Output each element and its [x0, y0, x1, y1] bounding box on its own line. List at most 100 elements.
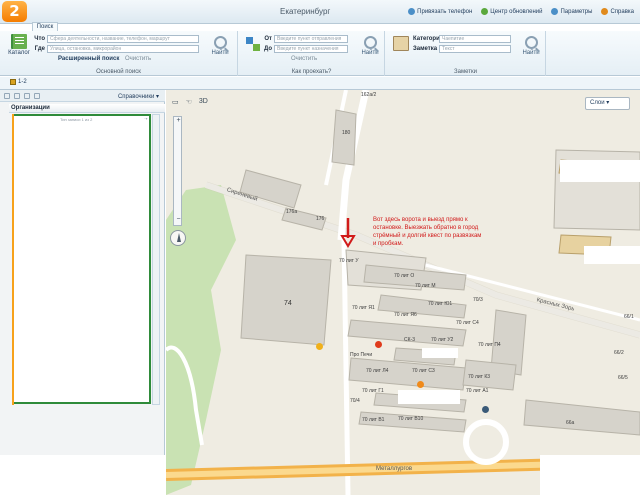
link-bind-phone[interactable]: Привязать телефон [408, 8, 472, 15]
map-annotation: Вот здесь ворота и выезд прямо к останов… [373, 217, 482, 247]
label-70-g1: 70 лит Г1 [362, 388, 384, 394]
ruler-icon[interactable]: ▭ [172, 98, 179, 106]
forward-icon[interactable] [14, 93, 20, 99]
clear-basic-search[interactable]: Очистить [125, 56, 151, 62]
from-label: От [264, 36, 272, 42]
refresh-icon[interactable] [24, 93, 30, 99]
to-row: До Введите пункт назначения [261, 45, 348, 53]
gear-icon [551, 8, 559, 15]
where-input[interactable]: Улица, остановка, микрорайон [47, 45, 199, 53]
label-70-s4: 70 лит С4 [456, 320, 479, 326]
shop-pin-icon[interactable] [417, 381, 424, 388]
label-70-u2: 70 лит У2 [431, 337, 454, 343]
layers-dropdown[interactable]: Слои ▾ [585, 97, 630, 110]
label-70-4: 70/4 [350, 398, 360, 404]
link-update-center-label: Центр обновлений [490, 8, 543, 15]
what-input[interactable]: Сфера деятельности, название, телефон, м… [47, 35, 199, 43]
clear-route[interactable]: Очистить [291, 56, 317, 62]
building-label-180: 180 [342, 130, 351, 136]
label-70-l4: 70 лит Л4 [366, 368, 389, 374]
label-70-v1: 70 лит В1 [362, 417, 385, 423]
list-pager-arrow[interactable]: ⇢ [144, 116, 147, 121]
label-66-2: 66/2 [614, 350, 624, 356]
3d-toggle[interactable]: 3D [199, 98, 208, 106]
organizations-header: Организации [9, 104, 165, 113]
where-row: Где Улица, остановка, микрорайон [34, 45, 199, 53]
category-select[interactable]: Чаепитие [439, 35, 511, 43]
label-70-p4: 70 лит П4 [478, 342, 501, 348]
print-icon[interactable] [34, 93, 40, 99]
route-icon [245, 36, 261, 52]
note-label: Заметка [413, 46, 438, 52]
results-list[interactable] [12, 114, 151, 404]
window-title: Екатеринбург [280, 7, 331, 16]
category-row: Категория Чаепитие [413, 35, 511, 43]
ribbon-group-route: От Введите пункт отправления До Введите … [239, 31, 385, 76]
map-tools: ▭ ☜ 3D [172, 98, 208, 106]
secondary-toolbar: 1-2 [0, 77, 640, 90]
label-70-u: 70 лит У [339, 258, 359, 264]
zoom-in-button[interactable]: + [174, 117, 183, 126]
redacted-area [584, 246, 640, 264]
map-view[interactable]: ▭ ☜ 3D Слои ▾ + − Вот здесь ворота и вые… [166, 90, 640, 495]
top-links: Привязать телефон Центр обновлений Парам… [408, 8, 634, 15]
what-row: Что Сфера деятельности, название, телефо… [34, 35, 199, 43]
title-bar: 2 Екатеринбург Привязать телефон Центр о… [0, 0, 640, 31]
link-update-center[interactable]: Центр обновлений [481, 8, 542, 15]
app-logo[interactable]: 2 [2, 1, 27, 22]
compass-icon[interactable] [170, 230, 186, 246]
from-input[interactable]: Введите пункт отправления [274, 35, 348, 43]
to-input[interactable]: Введите пункт назначения [274, 45, 348, 53]
list-row-text: Тип записи 1 из 2 [60, 117, 93, 122]
ribbon-group-notes-label: Заметки [454, 69, 477, 75]
link-settings[interactable]: Параметры [551, 8, 592, 15]
note-row: Заметка Текст [413, 45, 511, 53]
back-icon[interactable] [4, 93, 10, 99]
pro-pechi-pin-icon[interactable] [375, 341, 382, 348]
note-input[interactable]: Текст [439, 45, 511, 53]
phone-icon [408, 8, 416, 15]
label-66-1: 66/1 [624, 314, 634, 320]
label-70-yu1: 70 лит Ю1 [428, 301, 453, 307]
to-label: До [263, 46, 272, 52]
label-66-5: 66/5 [618, 375, 628, 381]
label-sk-3: СК-3 [404, 337, 415, 343]
category-label: Категория [413, 36, 444, 42]
find-button[interactable]: Найти [208, 36, 232, 56]
directories-dropdown-label: Справочники [117, 94, 155, 100]
ribbon: Каталог Что Сфера деятельности, название… [0, 31, 640, 76]
route-find-button[interactable]: Найти [359, 36, 381, 56]
label-70-3: 70/3 [473, 297, 483, 303]
catalog-book-icon [11, 34, 27, 49]
ribbon-group-basic-label: Основной поиск [96, 69, 141, 75]
tab-icon [10, 79, 16, 85]
building-label-176a: 176а [286, 209, 298, 215]
ribbon-group-basic-search: Каталог Что Сфера деятельности, название… [0, 31, 238, 76]
tab-search[interactable]: Поиск [32, 22, 58, 31]
advanced-search-link[interactable]: Расширенный поиск [58, 56, 119, 62]
cafe-pin-icon[interactable] [316, 343, 323, 350]
link-bind-phone-label: Привязать телефон [417, 8, 473, 15]
pan-icon[interactable]: ☜ [186, 98, 192, 106]
map-canvas [166, 90, 640, 495]
footer-blank [540, 455, 640, 495]
catalog-button[interactable]: Каталог [5, 34, 33, 56]
roundabout [463, 419, 509, 465]
result-tab[interactable]: 1-2 [10, 79, 27, 85]
route-search-icon [363, 36, 377, 49]
zoom-slider[interactable]: + − [173, 116, 182, 226]
results-scrollbar[interactable] [152, 114, 160, 405]
footer-blank [0, 455, 166, 495]
directories-dropdown[interactable]: Справочники ▾ [118, 93, 159, 100]
bus-stop-icon[interactable] [482, 406, 489, 413]
notes-search-icon [524, 36, 538, 49]
route-button[interactable] [243, 36, 263, 53]
zoom-out-button[interactable]: − [174, 216, 183, 225]
link-help[interactable]: Справка [601, 8, 634, 15]
notes-button[interactable] [392, 36, 410, 52]
building-label-74: 74 [284, 300, 292, 307]
notes-find-button[interactable]: Найти [520, 36, 542, 56]
help-icon [601, 8, 609, 15]
label-70-k3: 70 лит К3 [468, 374, 491, 380]
link-settings-label: Параметры [560, 8, 593, 15]
